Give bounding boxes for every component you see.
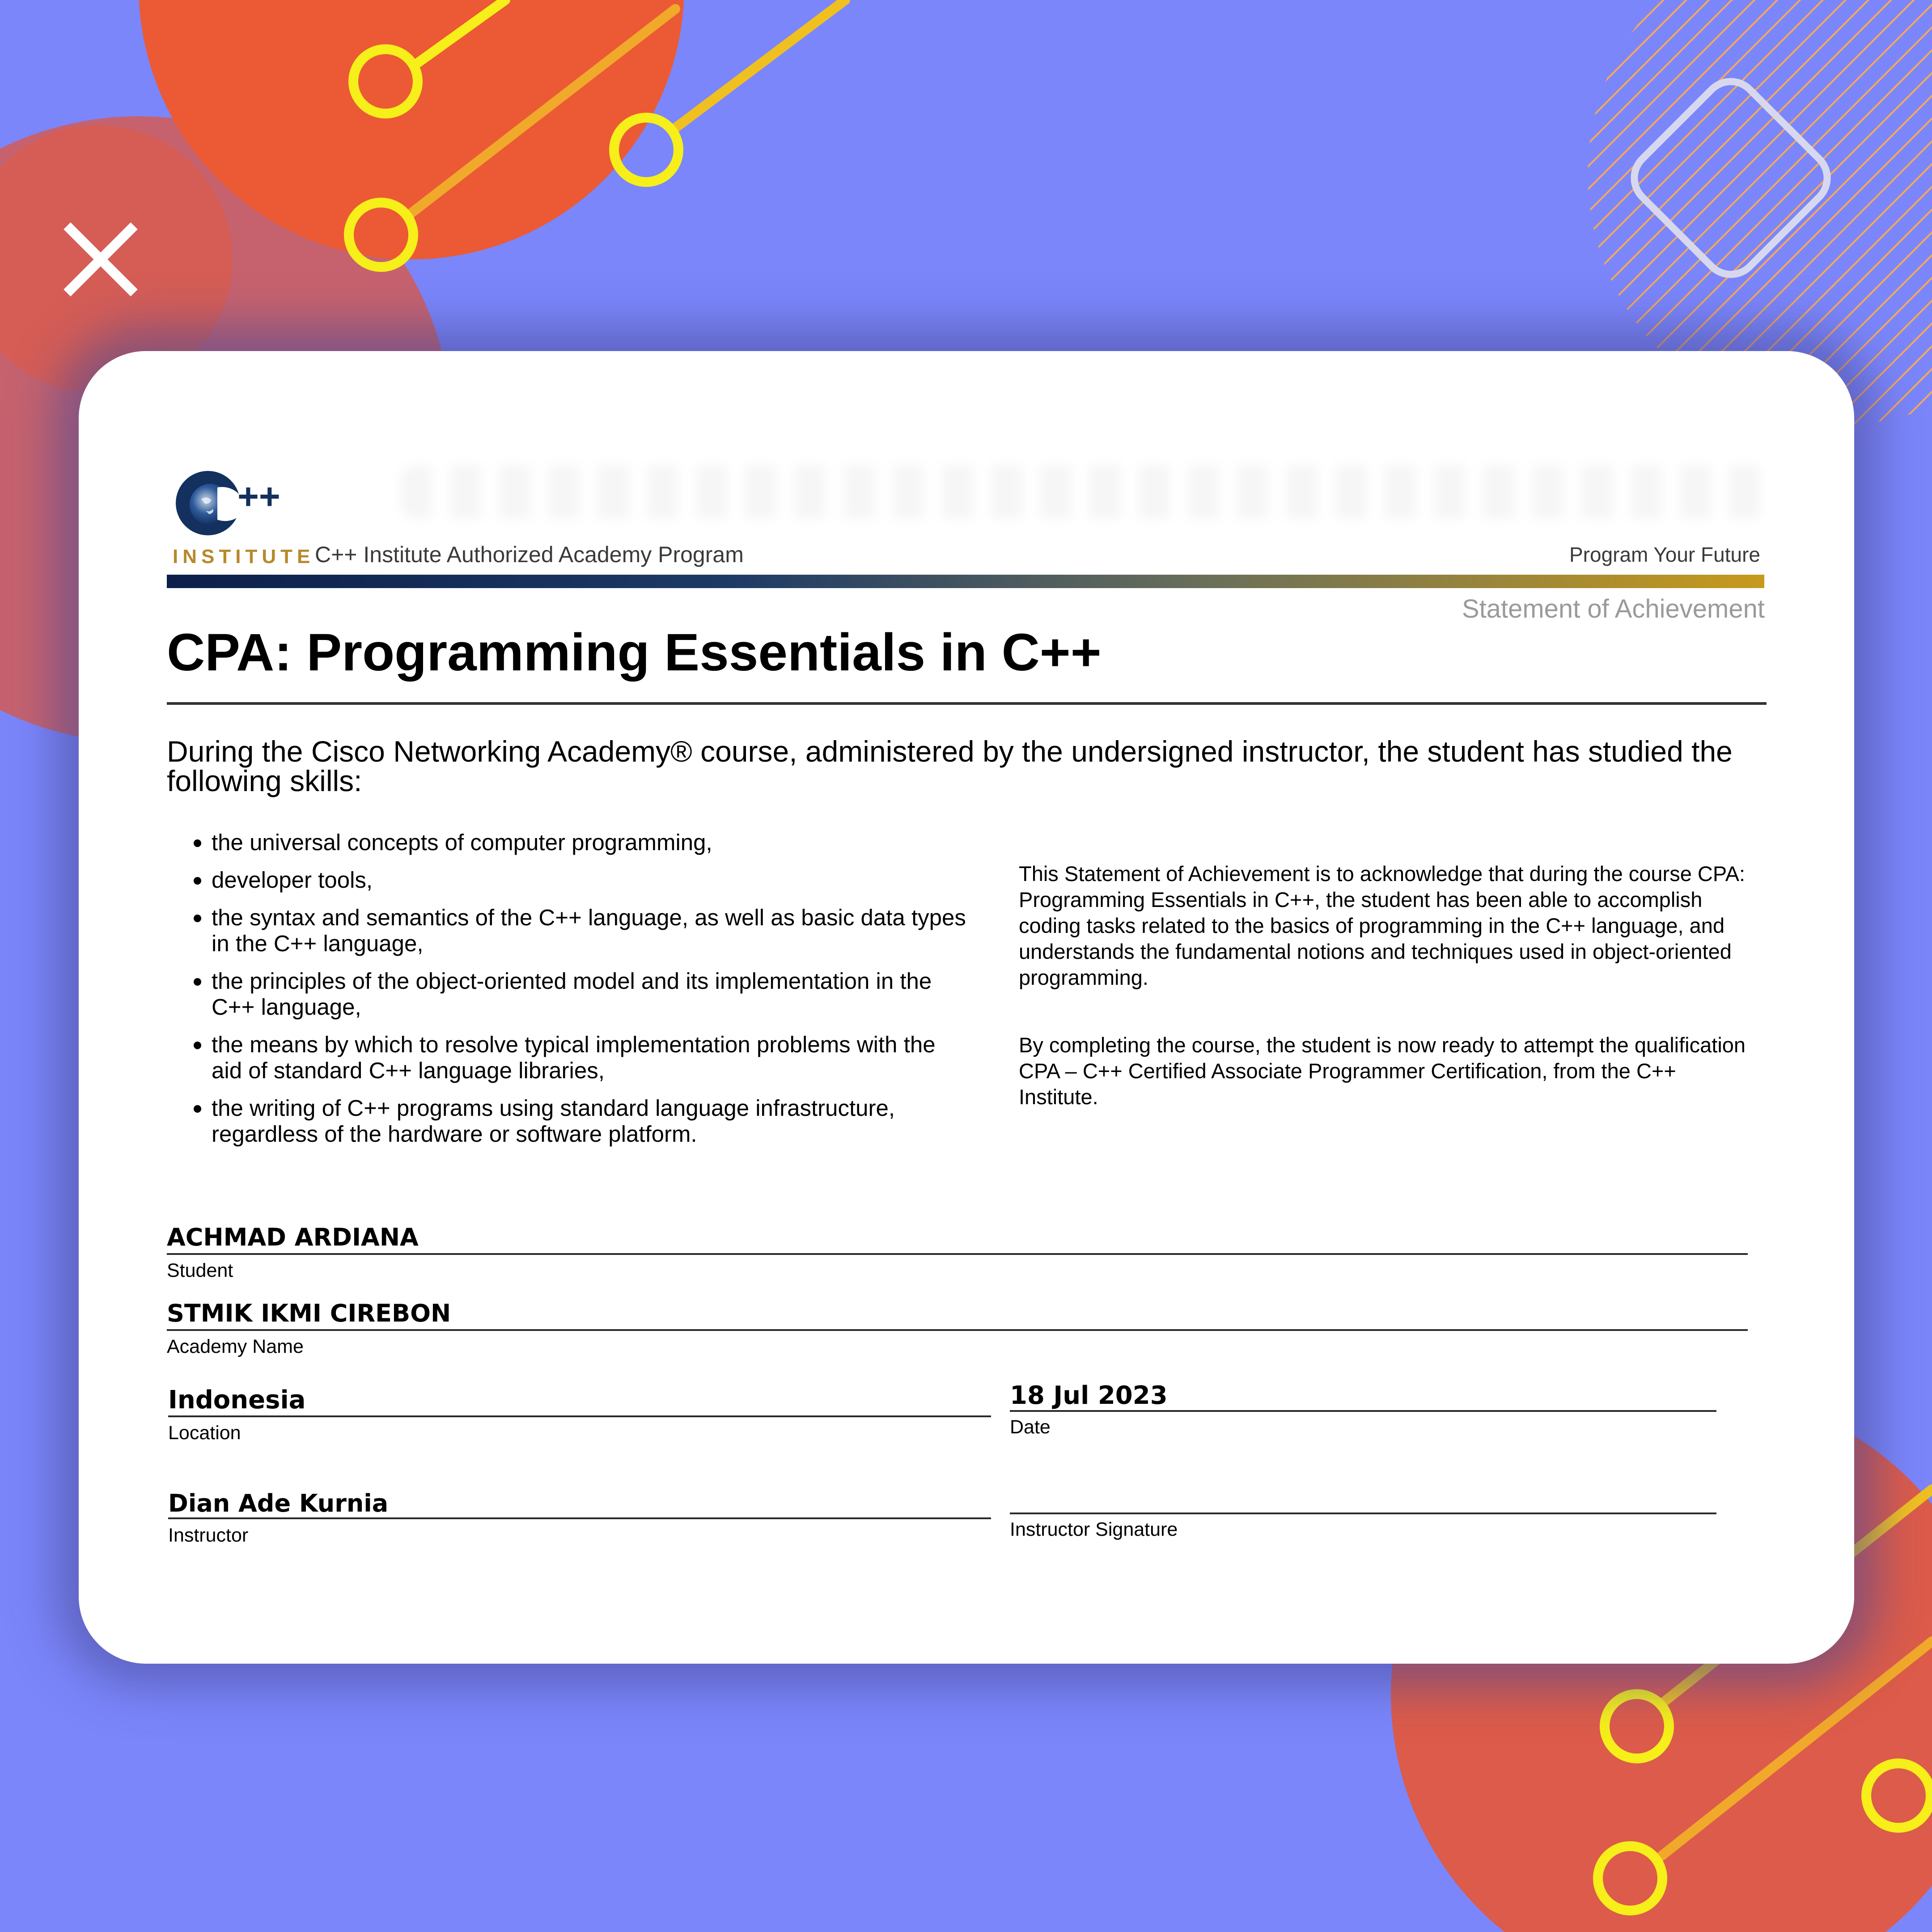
skill-item: the writing of C++ programs using standa…: [167, 1095, 972, 1147]
date-value: 18 Jul 2023: [1010, 1381, 1168, 1410]
intro-text: During the Cisco Networking Academy® cou…: [167, 735, 1733, 797]
student-line: [167, 1253, 1748, 1255]
student-name: ACHMAD ARDIANA: [167, 1223, 419, 1251]
skill-item: the syntax and semantics of the C++ lang…: [167, 905, 972, 957]
bullet-icon: [194, 915, 201, 922]
signature-line: [1010, 1513, 1716, 1514]
skill-text: the writing of C++ programs using standa…: [212, 1095, 895, 1147]
academy-line: [167, 1329, 1748, 1331]
tagline: Program Your Future: [1569, 543, 1760, 566]
skill-text: developer tools,: [212, 867, 373, 893]
bullet-icon: [194, 1105, 201, 1113]
readiness-paragraph: By completing the course, the student is…: [1019, 1033, 1746, 1109]
bullet-icon: [194, 877, 201, 885]
skill-item: developer tools,: [167, 867, 972, 893]
signature-label: Instructor Signature: [1010, 1519, 1178, 1540]
instructor-label: Instructor: [168, 1525, 249, 1546]
bullet-icon: [194, 1042, 201, 1049]
statement-paragraph: This Statement of Achievement is to ackn…: [1019, 862, 1746, 989]
location-line: [168, 1415, 991, 1417]
date-line: [1010, 1410, 1716, 1412]
skill-text: the syntax and semantics of the C++ lang…: [212, 905, 966, 956]
skill-item: the means by which to resolve typical im…: [167, 1032, 972, 1084]
bullet-icon: [194, 839, 201, 847]
skill-text: the means by which to resolve typical im…: [212, 1032, 936, 1083]
skill-text: the universal concepts of computer progr…: [212, 830, 712, 855]
student-label: Student: [167, 1260, 233, 1281]
course-title: CPA: Programming Essentials in C++: [167, 623, 1102, 682]
date-label: Date: [1010, 1416, 1051, 1438]
faded-header-banner: [401, 465, 1765, 519]
skill-item: the principles of the object-oriented mo…: [167, 968, 972, 1020]
skill-item: the universal concepts of computer progr…: [167, 830, 972, 856]
instructor-line: [168, 1517, 991, 1519]
instructor-name: Dian Ade Kurnia: [168, 1489, 389, 1517]
header-gradient-bar: [167, 575, 1764, 588]
skills-list: the universal concepts of computer progr…: [167, 830, 972, 1159]
academy-name: STMIK IKMI CIREBON: [167, 1299, 451, 1327]
logo-plus-mark: ++: [237, 476, 280, 517]
globe-c-logo-icon: [176, 471, 242, 535]
academy-label: Academy Name: [167, 1336, 304, 1357]
location-value: Indonesia: [168, 1385, 306, 1415]
document-type-label: Statement of Achievement: [1462, 594, 1765, 623]
skill-text: the principles of the object-oriented mo…: [212, 968, 932, 1020]
logo-institute-label: INSTITUTE: [173, 546, 315, 568]
title-divider: [167, 702, 1767, 705]
certificate-card: ++ INSTITUTE C++ Institute Authorized Ac…: [79, 351, 1854, 1664]
location-label: Location: [168, 1422, 241, 1444]
bullet-icon: [194, 978, 201, 986]
program-label: C++ Institute Authorized Academy Program: [315, 542, 744, 567]
